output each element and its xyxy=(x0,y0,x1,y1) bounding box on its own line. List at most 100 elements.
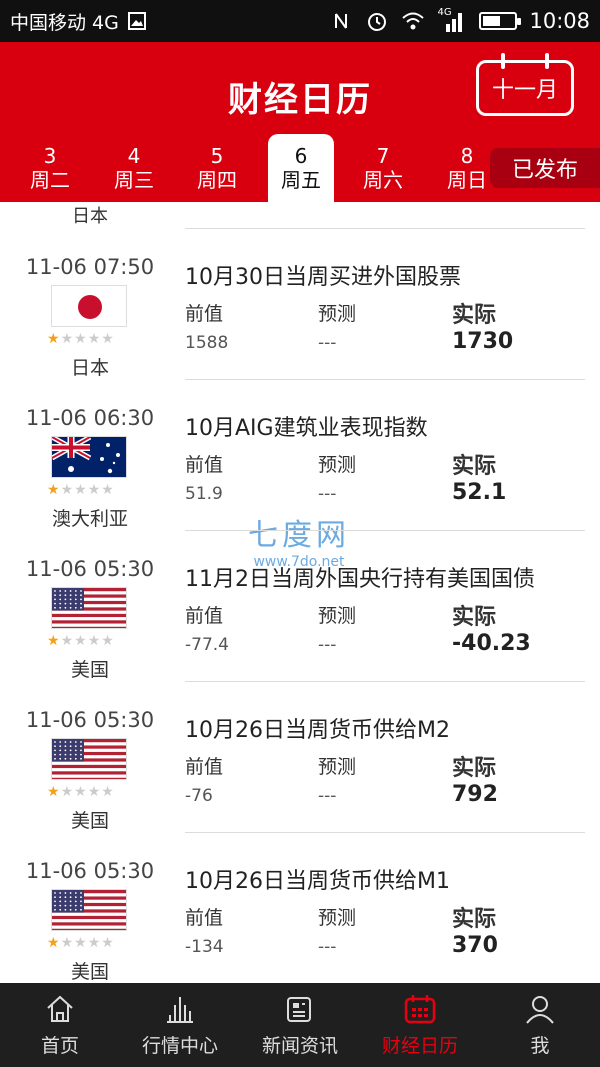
day-weekday: 周三 xyxy=(114,168,154,192)
day-tab[interactable]: 5 周四 xyxy=(184,138,250,202)
star-icon: ★ xyxy=(101,331,115,347)
event-title: 10月26日当周货币供给M2 xyxy=(185,718,450,743)
star-icon: ★ xyxy=(74,784,88,800)
star-icon: ★ xyxy=(47,935,61,951)
nav-item[interactable]: 首页 xyxy=(0,983,120,1067)
day-tab[interactable]: 4 周三 xyxy=(101,138,167,202)
user-icon xyxy=(480,993,600,1025)
day-tab[interactable]: 3 周二 xyxy=(17,138,83,202)
month-picker-button[interactable]: 十一月 xyxy=(476,53,574,116)
actual-label: 实际 xyxy=(452,907,497,932)
event-time: 11-06 07:50 xyxy=(25,255,155,279)
star-icon: ★ xyxy=(101,935,115,951)
japan-flag-icon xyxy=(51,285,127,327)
nav-item[interactable]: 行情中心 xyxy=(120,983,240,1067)
australia-flag-icon xyxy=(51,436,127,478)
prev-value: -76 xyxy=(185,786,213,806)
star-icon: ★ xyxy=(74,633,88,649)
star-icon: ★ xyxy=(60,482,75,498)
importance-stars: ★★★★★ xyxy=(47,482,115,498)
prev-label: 前值 xyxy=(185,454,224,476)
forecast-value: --- xyxy=(318,786,337,806)
star-icon: ★ xyxy=(101,633,115,649)
event-list[interactable]: 日本 七度网 www.7do.net 11-06 07:50 ★★★★★ 日本 … xyxy=(0,202,600,983)
star-icon: ★ xyxy=(74,331,88,347)
prev-label: 前值 xyxy=(185,605,224,627)
day-weekday: 周六 xyxy=(363,168,403,192)
forecast-label: 预测 xyxy=(318,605,357,627)
importance-stars: ★★★★★ xyxy=(47,935,115,951)
chart-icon xyxy=(120,993,240,1025)
partial-country-label: 日本 xyxy=(72,206,108,227)
actual-value: 792 xyxy=(452,782,498,807)
prev-value: 1588 xyxy=(185,333,229,353)
forecast-label: 预测 xyxy=(318,454,357,476)
clock: 10:08 xyxy=(529,9,590,33)
star-icon: ★ xyxy=(47,633,61,649)
importance-stars: ★★★★★ xyxy=(47,633,115,649)
usa-flag-icon xyxy=(51,889,127,931)
forecast-value: --- xyxy=(318,635,337,655)
day-tab[interactable]: 7 周六 xyxy=(350,138,416,202)
star-icon: ★ xyxy=(60,633,75,649)
carrier-group: 中国移动 4G xyxy=(10,8,149,35)
forecast-label: 预测 xyxy=(318,303,357,325)
event-title: 10月26日当周货币供给M1 xyxy=(185,869,450,894)
prev-value: -134 xyxy=(185,937,224,957)
nav-label: 我 xyxy=(530,1035,550,1057)
day-number: 6 xyxy=(294,144,308,168)
network-badge: 4G xyxy=(437,7,452,18)
bottom-nav: 首页 行情中心 新闻资讯 财经日历 我 xyxy=(0,983,600,1067)
signal-icon: 4G xyxy=(437,7,467,33)
prev-value: 51.9 xyxy=(185,484,223,504)
event-row[interactable]: 11-06 05:30 ★★★★★ 美国 10月26日当周货币供给M1 前值 预… xyxy=(0,833,600,983)
forecast-value: --- xyxy=(318,937,337,957)
star-icon: ★ xyxy=(47,331,61,347)
home-icon xyxy=(0,993,120,1025)
event-row[interactable]: 11-06 05:30 ★★★★★ 美国 11月2日当周外国央行持有美国国债 前… xyxy=(0,531,600,682)
day-number: 7 xyxy=(376,144,390,168)
event-row[interactable]: 11-06 07:50 ★★★★★ 日本 10月30日当周买进外国股票 前值 预… xyxy=(0,229,600,380)
star-icon: ★ xyxy=(47,784,61,800)
wifi-icon xyxy=(401,9,425,33)
forecast-value: --- xyxy=(318,484,337,504)
event-time: 11-06 05:30 xyxy=(25,557,155,581)
star-icon: ★ xyxy=(87,482,102,498)
star-icon: ★ xyxy=(74,482,88,498)
day-number: 5 xyxy=(210,144,224,168)
event-country: 美国 xyxy=(70,810,109,832)
star-icon: ★ xyxy=(101,784,115,800)
news-icon xyxy=(240,993,360,1025)
actual-value: 370 xyxy=(452,933,498,958)
nav-item[interactable]: 新闻资讯 xyxy=(240,983,360,1067)
event-row[interactable]: 11-06 05:30 ★★★★★ 美国 10月26日当周货币供给M2 前值 预… xyxy=(0,682,600,833)
nav-label: 行情中心 xyxy=(141,1035,218,1057)
nav-item[interactable]: 财经日历 xyxy=(360,983,480,1067)
event-title: 10月AIG建筑业表现指数 xyxy=(185,416,428,441)
status-bar: 中国移动 4G 4G 10:08 xyxy=(0,0,600,42)
actual-value: 1730 xyxy=(452,329,514,354)
carrier-label: 中国移动 4G xyxy=(10,11,119,34)
day-tab[interactable]: 6 周五 xyxy=(268,134,334,202)
calendar-ring-right xyxy=(545,53,549,69)
nfc-icon xyxy=(329,9,353,33)
day-weekday: 周四 xyxy=(197,168,237,192)
published-filter-button[interactable]: 已发布 xyxy=(490,148,600,188)
nav-item[interactable]: 我 xyxy=(480,983,600,1067)
importance-stars: ★★★★★ xyxy=(47,331,115,347)
usa-flag-icon xyxy=(51,738,127,780)
actual-label: 实际 xyxy=(452,756,497,781)
star-icon: ★ xyxy=(47,482,61,498)
nav-label: 财经日历 xyxy=(381,1035,458,1057)
star-icon: ★ xyxy=(60,935,75,951)
forecast-label: 预测 xyxy=(318,907,357,929)
day-number: 3 xyxy=(43,144,57,168)
actual-value: -40.23 xyxy=(452,631,531,656)
event-row[interactable]: 11-06 06:30 ★★★★★ 澳大利亚 10月AIG建筑业表现指数 前值 … xyxy=(0,380,600,531)
calendar-ring-left xyxy=(501,53,505,69)
nav-label: 新闻资讯 xyxy=(261,1035,338,1057)
event-country: 美国 xyxy=(70,961,109,983)
event-country: 日本 xyxy=(70,357,109,379)
star-icon: ★ xyxy=(60,331,75,347)
prev-value: -77.4 xyxy=(185,635,229,655)
